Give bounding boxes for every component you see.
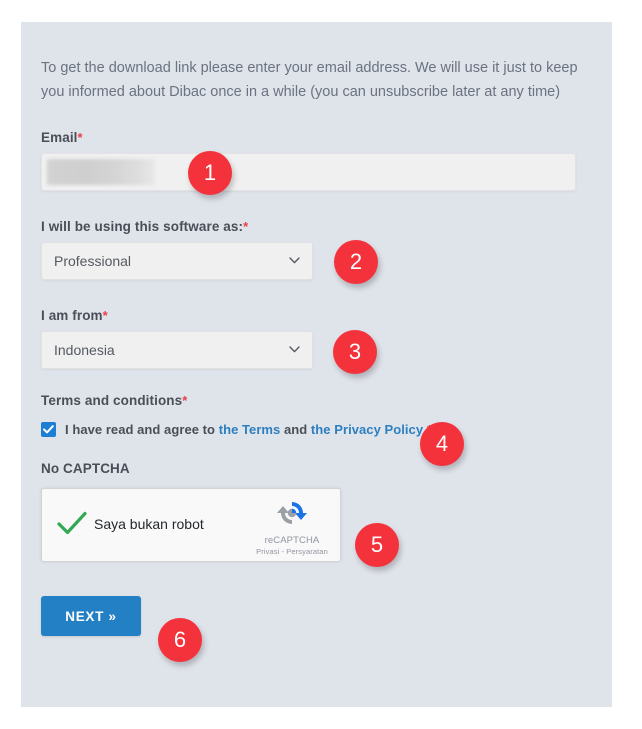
terms-required-asterisk: * — [182, 393, 188, 408]
check-icon — [43, 425, 54, 434]
captcha-checkbox-label: Saya bukan robot — [94, 516, 204, 532]
email-required-asterisk: * — [77, 130, 83, 145]
terms-text-before: I have read and agree to — [65, 422, 219, 437]
country-label: I am from* — [41, 308, 596, 323]
usage-label-text: I will be using this software as: — [41, 219, 244, 234]
terms-agreement-row[interactable]: I have read and agree to the Terms and t… — [41, 422, 596, 437]
terms-link[interactable]: the Terms — [219, 422, 281, 437]
email-input[interactable] — [41, 153, 576, 191]
country-select[interactable]: Indonesia — [41, 331, 313, 369]
recaptcha-logo-icon — [277, 502, 307, 524]
terms-label: Terms and conditions* — [41, 393, 596, 408]
usage-select[interactable]: Professional — [41, 242, 313, 280]
recaptcha-branding: reCAPTCHA Privasi - Persyaratan — [256, 497, 328, 556]
terms-checkbox[interactable] — [41, 422, 56, 437]
captcha-verified-check-icon — [57, 511, 87, 535]
email-label: Email* — [41, 130, 596, 145]
country-selected-value: Indonesia — [54, 342, 115, 358]
usage-label: I will be using this software as:* — [41, 219, 596, 234]
annotation-badge-6: 6 — [158, 618, 202, 662]
next-button[interactable]: NEXT » — [41, 596, 141, 636]
intro-text: To get the download link please enter yo… — [41, 60, 578, 100]
recaptcha-legal-text: Privasi - Persyaratan — [256, 547, 328, 556]
captcha-heading: No CAPTCHA — [41, 461, 130, 476]
terms-label-text: Terms and conditions — [41, 393, 183, 408]
country-required-asterisk: * — [102, 308, 108, 323]
email-label-text: Email — [41, 130, 78, 145]
usage-required-asterisk: * — [243, 219, 249, 234]
annotation-badge-4: 4 — [420, 422, 464, 466]
email-value-redacted — [47, 159, 155, 185]
annotation-badge-2: 2 — [334, 240, 378, 284]
chevron-down-icon — [289, 257, 300, 264]
recaptcha-widget[interactable]: Saya bukan robot reCAPTCHA Privasi - Per… — [41, 488, 341, 562]
annotation-badge-5: 5 — [355, 523, 399, 567]
privacy-policy-link[interactable]: the Privacy Policy — [311, 422, 423, 437]
annotation-badge-1: 1 — [188, 151, 232, 195]
terms-agreement-text: I have read and agree to the Terms and t… — [65, 422, 432, 437]
country-label-text: I am from — [41, 308, 103, 323]
chevron-down-icon — [289, 346, 300, 353]
recaptcha-brand-text: reCAPTCHA — [264, 535, 320, 546]
terms-text-middle: and — [280, 422, 311, 437]
annotation-badge-3: 3 — [333, 330, 377, 374]
usage-selected-value: Professional — [54, 253, 132, 269]
download-form-panel: To get the download link please enter yo… — [21, 22, 612, 707]
